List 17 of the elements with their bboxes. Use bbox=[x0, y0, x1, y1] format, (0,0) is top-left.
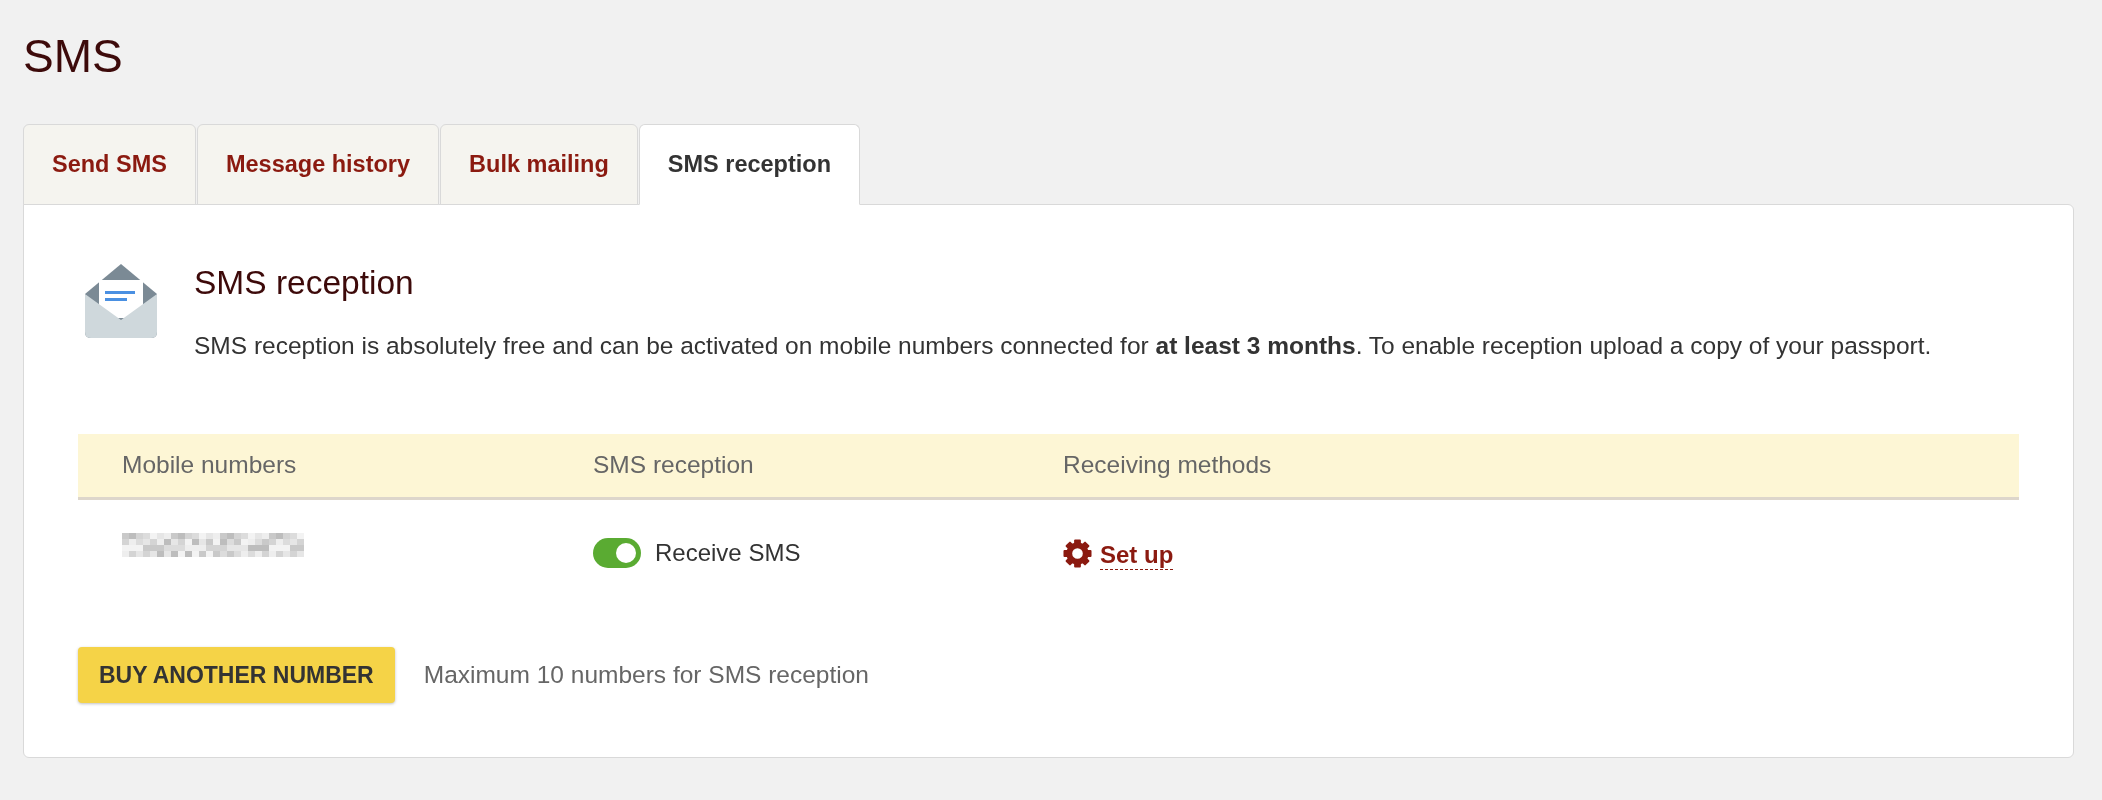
tab[interactable]: Bulk mailing bbox=[440, 124, 638, 205]
column-header: Mobile numbers bbox=[122, 451, 297, 479]
setup-link[interactable]: Set up bbox=[1100, 540, 1174, 570]
limit-note: Maximum 10 numbers for SMS reception bbox=[423, 659, 869, 690]
tab[interactable]: Message history bbox=[196, 124, 440, 205]
toggle-switch[interactable] bbox=[593, 538, 641, 568]
section-heading: SMS reception bbox=[194, 263, 414, 303]
description-text: SMS reception is absolutely free and can be activated on mobile numbers connected for at least 3 months. To enable reception upload a copy of your passport. bbox=[194, 331, 1932, 361]
gear-icon[interactable] bbox=[1063, 538, 1092, 568]
page-title: SMS bbox=[23, 29, 123, 84]
envelope-icon bbox=[85, 264, 157, 338]
column-header: SMS reception bbox=[593, 451, 754, 479]
tab[interactable]: SMS reception bbox=[638, 124, 861, 205]
buy-number-button[interactable]: BUY ANOTHER NUMBER bbox=[78, 647, 395, 703]
toggle-label: Receive SMS bbox=[655, 538, 801, 568]
column-header: Receiving methods bbox=[1063, 451, 1272, 479]
tab[interactable]: Send SMS bbox=[23, 124, 196, 205]
